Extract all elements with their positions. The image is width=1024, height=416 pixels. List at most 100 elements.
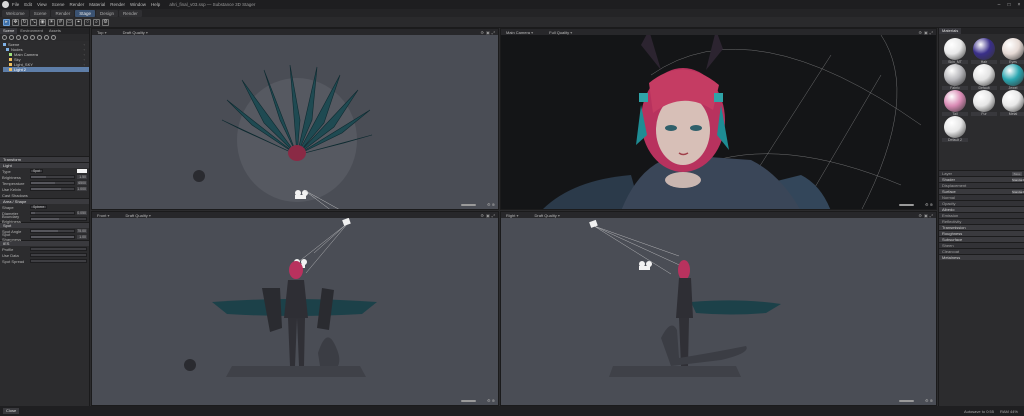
viewport-front-quality[interactable]: Draft Quality [125, 213, 150, 218]
workspace-tab-render-2[interactable]: Render [119, 9, 142, 17]
menu-window[interactable]: Window [130, 2, 146, 7]
viewport-right[interactable]: Right Draft Quality ⚙▣⤢ ⚙ ⊕ [500, 211, 937, 406]
snap-icon[interactable]: ⌖ [75, 18, 82, 26]
settings-icon[interactable]: ⚙ [918, 213, 922, 218]
viewport-main-quality[interactable]: Full Quality [549, 30, 572, 35]
light-icon[interactable]: ☀ [48, 18, 55, 26]
outline-item[interactable]: Light 2 ◦ [3, 67, 89, 72]
delete-icon[interactable] [30, 35, 35, 40]
temperature-slider[interactable] [30, 181, 75, 185]
maximize-icon[interactable]: ⤢ [492, 30, 495, 35]
viewport-right-scrollbar[interactable] [899, 400, 914, 402]
settings-icon[interactable]: ⚙ [102, 18, 109, 26]
viewport-right-quality[interactable]: Draft Quality [534, 213, 559, 218]
filter-icon[interactable] [37, 35, 42, 40]
viewport-main-canvas[interactable] [501, 30, 936, 209]
search-icon[interactable] [44, 35, 49, 40]
spot-angle-slider[interactable] [30, 229, 75, 233]
viewport-main-scrollbar[interactable] [899, 204, 914, 206]
light-color-swatch[interactable] [77, 169, 87, 173]
brightness-value[interactable]: 1.50 [77, 175, 87, 179]
maximize-icon[interactable]: □ [1004, 2, 1014, 8]
close-icon[interactable]: × [1014, 2, 1024, 8]
viewport-top-canvas[interactable] [92, 35, 498, 209]
scale-icon[interactable]: ⤡ [30, 18, 37, 26]
menu-material[interactable]: Material [89, 2, 105, 7]
material-thumbnail[interactable]: Tail [942, 90, 968, 116]
viewport-top-quality[interactable]: Draft Quality [123, 30, 148, 35]
menu-scene[interactable]: Scene [52, 2, 65, 7]
viewport-main-nav[interactable]: ⚙ ⊕ [925, 202, 933, 207]
rotate-icon[interactable]: ↻ [21, 18, 28, 26]
ies-profile-field[interactable] [30, 247, 87, 251]
viewport-front-scrollbar[interactable] [461, 400, 476, 402]
viewport-front-camera[interactable]: Front [97, 213, 109, 218]
menu-render-2[interactable]: Render [110, 2, 125, 7]
kelvin-slider[interactable] [30, 187, 75, 191]
viewport-front-canvas[interactable] [92, 217, 498, 405]
close-button[interactable]: Close [3, 408, 20, 414]
material-thumbnail[interactable]: Default 2 [942, 116, 968, 142]
frame-icon[interactable]: ▭ [66, 18, 73, 26]
lock-icon[interactable]: ▣ [924, 213, 928, 218]
tab-scene[interactable]: Scene [0, 28, 18, 34]
lock-icon[interactable]: ▣ [486, 213, 490, 218]
settings-icon[interactable]: ⚙ [480, 213, 484, 218]
menu-file[interactable]: File [12, 2, 19, 7]
tab-materials[interactable]: Materials [939, 28, 962, 34]
workspace-tab-stage[interactable]: Stage [75, 9, 95, 17]
viewport-top[interactable]: Top Draft Quality ⚙▣⤢ [91, 28, 499, 210]
minimize-icon[interactable]: – [994, 2, 1004, 8]
menu-view[interactable]: View [37, 2, 47, 7]
viewport-right-canvas[interactable] [501, 218, 936, 405]
workspace-tab-render[interactable]: Render [51, 9, 75, 17]
kelvin-value[interactable]: 1.000 [77, 187, 87, 191]
camera-icon[interactable]: ◉ [39, 18, 46, 26]
light-type-select[interactable]: Spot [30, 169, 44, 173]
ies-spread-field[interactable] [30, 259, 87, 263]
camera-add-icon[interactable] [23, 35, 28, 40]
grid-icon[interactable]: # [57, 18, 64, 26]
visibility-icon[interactable]: ◦ [84, 67, 85, 72]
viewport-right-nav[interactable]: ⚙ ⊕ [925, 398, 933, 403]
lock-icon[interactable]: ▣ [924, 30, 928, 35]
spot-angle-value[interactable]: 75.00 [77, 229, 87, 233]
maximize-icon[interactable]: ⤢ [930, 213, 933, 218]
ies-data-field[interactable] [30, 253, 87, 257]
workspace-tab-welcome[interactable]: Welcome [2, 9, 29, 17]
material-thumbnail[interactable]: Hair [971, 38, 997, 64]
maximize-icon[interactable]: ⤢ [930, 30, 933, 35]
material-section[interactable]: Metalness [939, 254, 1024, 260]
viewport-front-nav[interactable]: ⚙ ⊕ [487, 398, 495, 403]
lock-icon[interactable]: ▣ [486, 30, 490, 35]
material-thumbnail[interactable]: Eyes [1000, 38, 1024, 64]
settings-icon[interactable]: ⚙ [918, 30, 922, 35]
viewport-front[interactable]: Front Draft Quality ⚙▣⤢ ⚙ ⊕ [91, 211, 499, 406]
material-thumbnail[interactable]: Default [971, 64, 997, 90]
workspace-tab-scene[interactable]: Scene [29, 9, 51, 17]
material-thumbnail[interactable]: Fabric [942, 64, 968, 90]
material-thumbnail[interactable]: Skin_MT [942, 38, 968, 64]
move-icon[interactable]: ✥ [12, 18, 19, 26]
settings-icon[interactable]: ⚙ [480, 30, 484, 35]
viewport-main-camera[interactable]: Main Camera Full Quality ⚙▣⤢ [500, 28, 937, 210]
tab-environment[interactable]: Environment [17, 28, 45, 34]
menu-help[interactable]: Help [151, 2, 160, 7]
select-icon[interactable]: ▸ [3, 18, 10, 26]
shape-select[interactable]: Sphere [30, 205, 48, 209]
viewport-top-nav[interactable]: ⚙ ⊕ [487, 202, 495, 207]
temperature-value[interactable]: 6500 [77, 181, 87, 185]
menu-render[interactable]: Render [69, 2, 84, 7]
spot-sharpness-slider[interactable] [30, 235, 75, 239]
diameter-value[interactable]: 0.050 [77, 211, 87, 215]
lasso-icon[interactable]: ○ [84, 18, 91, 26]
spot-sharpness-value[interactable]: 1.00 [77, 235, 87, 239]
material-thumbnail[interactable]: Metal [1000, 90, 1024, 116]
maximize-icon[interactable]: ⤢ [492, 213, 495, 218]
brightness-slider[interactable] [30, 175, 75, 179]
light-add-icon[interactable] [16, 35, 21, 40]
add-icon[interactable] [2, 35, 7, 40]
material-thumbnail[interactable]: Fur [971, 90, 997, 116]
viewport-top-camera[interactable]: Top [97, 30, 107, 35]
more-icon[interactable] [51, 35, 56, 40]
